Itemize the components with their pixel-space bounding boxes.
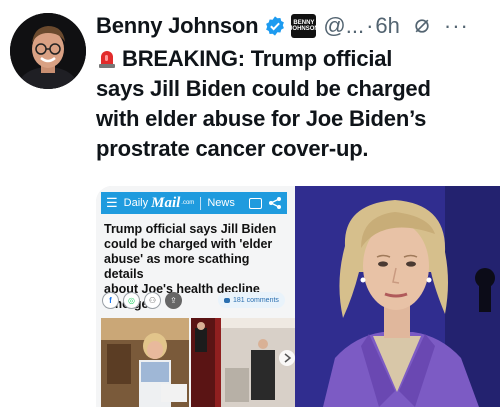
section-label: News	[207, 197, 235, 209]
brand-sub: .com	[181, 200, 195, 206]
post-time[interactable]: 6h	[375, 13, 399, 39]
author-handle[interactable]: @...	[323, 13, 364, 39]
rotating-light-icon	[99, 51, 115, 68]
brand-mail: Mail	[151, 194, 181, 211]
share-buttons: f ◎ ⚇ ⇪	[102, 292, 182, 309]
menu-icon: ☰	[106, 195, 118, 210]
separator-dot: ·	[366, 13, 374, 38]
whatsapp-icon: ◎	[123, 292, 140, 309]
jill-biden-photo	[295, 186, 500, 407]
more-options-icon[interactable]: ···	[444, 13, 469, 39]
article-photo-strip	[101, 318, 295, 407]
tweet-text: BREAKING: Trump official says Jill Biden…	[96, 46, 431, 161]
author-avatar[interactable]	[10, 13, 86, 89]
grok-icon[interactable]	[412, 16, 432, 36]
brand-daily: Daily	[123, 197, 149, 209]
chat-icon	[249, 197, 262, 209]
article-screenshot[interactable]: ☰ Daily Mail .com News Trump official sa…	[96, 186, 295, 407]
upload-icon: ⇪	[165, 292, 182, 309]
share-icon	[269, 197, 281, 209]
bar-divider	[200, 196, 202, 210]
dailymail-header: ☰ Daily Mail .com News	[101, 192, 287, 214]
avatar-portrait	[10, 13, 86, 89]
messenger-icon: ⚇	[144, 292, 161, 309]
affiliate-badge[interactable]: BENNY JOHNSON	[289, 14, 319, 38]
tweet-media[interactable]: ☰ Daily Mail .com News Trump official sa…	[96, 186, 500, 407]
comments-badge: 181 comments	[218, 292, 285, 308]
facebook-icon: f	[102, 292, 119, 309]
verified-badge-icon	[266, 16, 285, 36]
author-name[interactable]: Benny Johnson	[96, 13, 259, 39]
comment-icon	[224, 297, 230, 303]
tweet-header: Benny Johnson BENNY JOHNSON @... · 6h ··…	[96, 12, 492, 40]
